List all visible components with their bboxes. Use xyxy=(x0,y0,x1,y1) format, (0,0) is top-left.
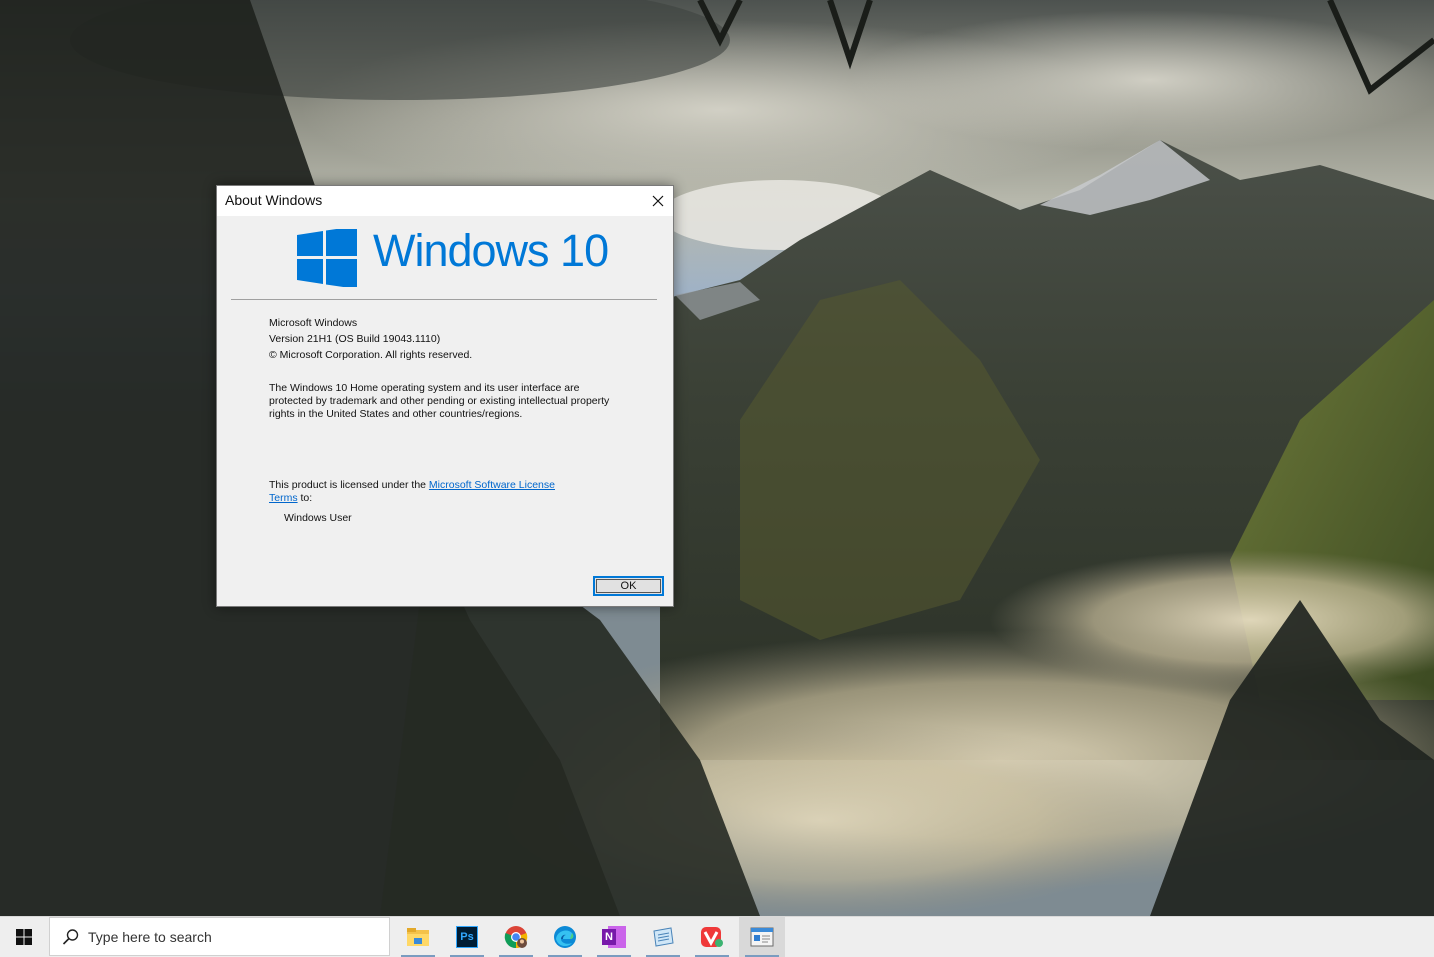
close-button[interactable] xyxy=(643,186,673,216)
start-button[interactable] xyxy=(0,917,48,957)
license-line-1: This product is licensed under the Micro… xyxy=(269,479,555,492)
photoshop-label: Ps xyxy=(460,931,474,943)
dialog-titlebar[interactable]: About Windows xyxy=(217,186,673,216)
onenote-icon: N xyxy=(602,926,626,948)
license-terms-link-continued[interactable]: Terms xyxy=(269,492,298,504)
taskbar-app-vivaldi[interactable] xyxy=(689,917,735,957)
search-icon xyxy=(62,929,79,945)
taskbar-app-photoshop[interactable]: Ps xyxy=(444,917,490,957)
chrome-icon xyxy=(504,926,528,949)
windows-10-logo: Windows 10 xyxy=(297,225,637,289)
taskbar-app-winver[interactable] xyxy=(739,917,785,957)
license-prefix: This product is licensed under the xyxy=(269,479,429,491)
close-icon xyxy=(652,195,664,207)
legal-line-1: The Windows 10 Home operating system and… xyxy=(269,382,580,394)
licensed-user: Windows User xyxy=(284,512,352,524)
taskbar-app-notepad[interactable] xyxy=(640,917,686,957)
folder-icon xyxy=(407,928,429,946)
search-placeholder: Type here to search xyxy=(88,929,212,945)
legal-line-2: protected by trademark and other pending… xyxy=(269,395,610,407)
license-terms-link[interactable]: Microsoft Software License xyxy=(429,479,555,491)
photoshop-icon: Ps xyxy=(456,926,478,948)
taskbar-app-file-explorer[interactable] xyxy=(395,917,441,957)
taskbar: Type here to search Ps N xyxy=(0,916,1434,957)
windows-start-icon xyxy=(16,929,32,945)
taskbar-app-chrome[interactable] xyxy=(493,917,539,957)
windows-10-wordmark: Windows 10 xyxy=(373,225,609,276)
version-text: Version 21H1 (OS Build 19043.1110) xyxy=(269,333,441,345)
edge-icon xyxy=(554,926,576,948)
license-suffix: to: xyxy=(297,492,313,504)
winver-icon xyxy=(750,927,774,947)
onenote-label: N xyxy=(605,931,613,943)
product-name: Microsoft Windows xyxy=(269,317,358,329)
taskbar-app-onenote[interactable]: N xyxy=(591,917,637,957)
ok-button[interactable]: OK xyxy=(593,576,664,596)
copyright-text: © Microsoft Corporation. All rights rese… xyxy=(269,349,473,361)
legal-line-3: rights in the United States and other co… xyxy=(269,408,523,420)
windows-logo-icon xyxy=(297,229,357,287)
taskbar-search-box[interactable]: Type here to search xyxy=(49,917,390,956)
notepad-icon xyxy=(653,927,674,947)
license-line-2: Terms to: xyxy=(269,492,312,505)
taskbar-app-edge[interactable] xyxy=(542,917,588,957)
divider xyxy=(231,299,657,300)
dialog-title: About Windows xyxy=(225,192,323,208)
about-windows-dialog: About Windows Windows 10 Microsoft Windo… xyxy=(216,185,674,607)
vivaldi-icon xyxy=(701,927,723,947)
